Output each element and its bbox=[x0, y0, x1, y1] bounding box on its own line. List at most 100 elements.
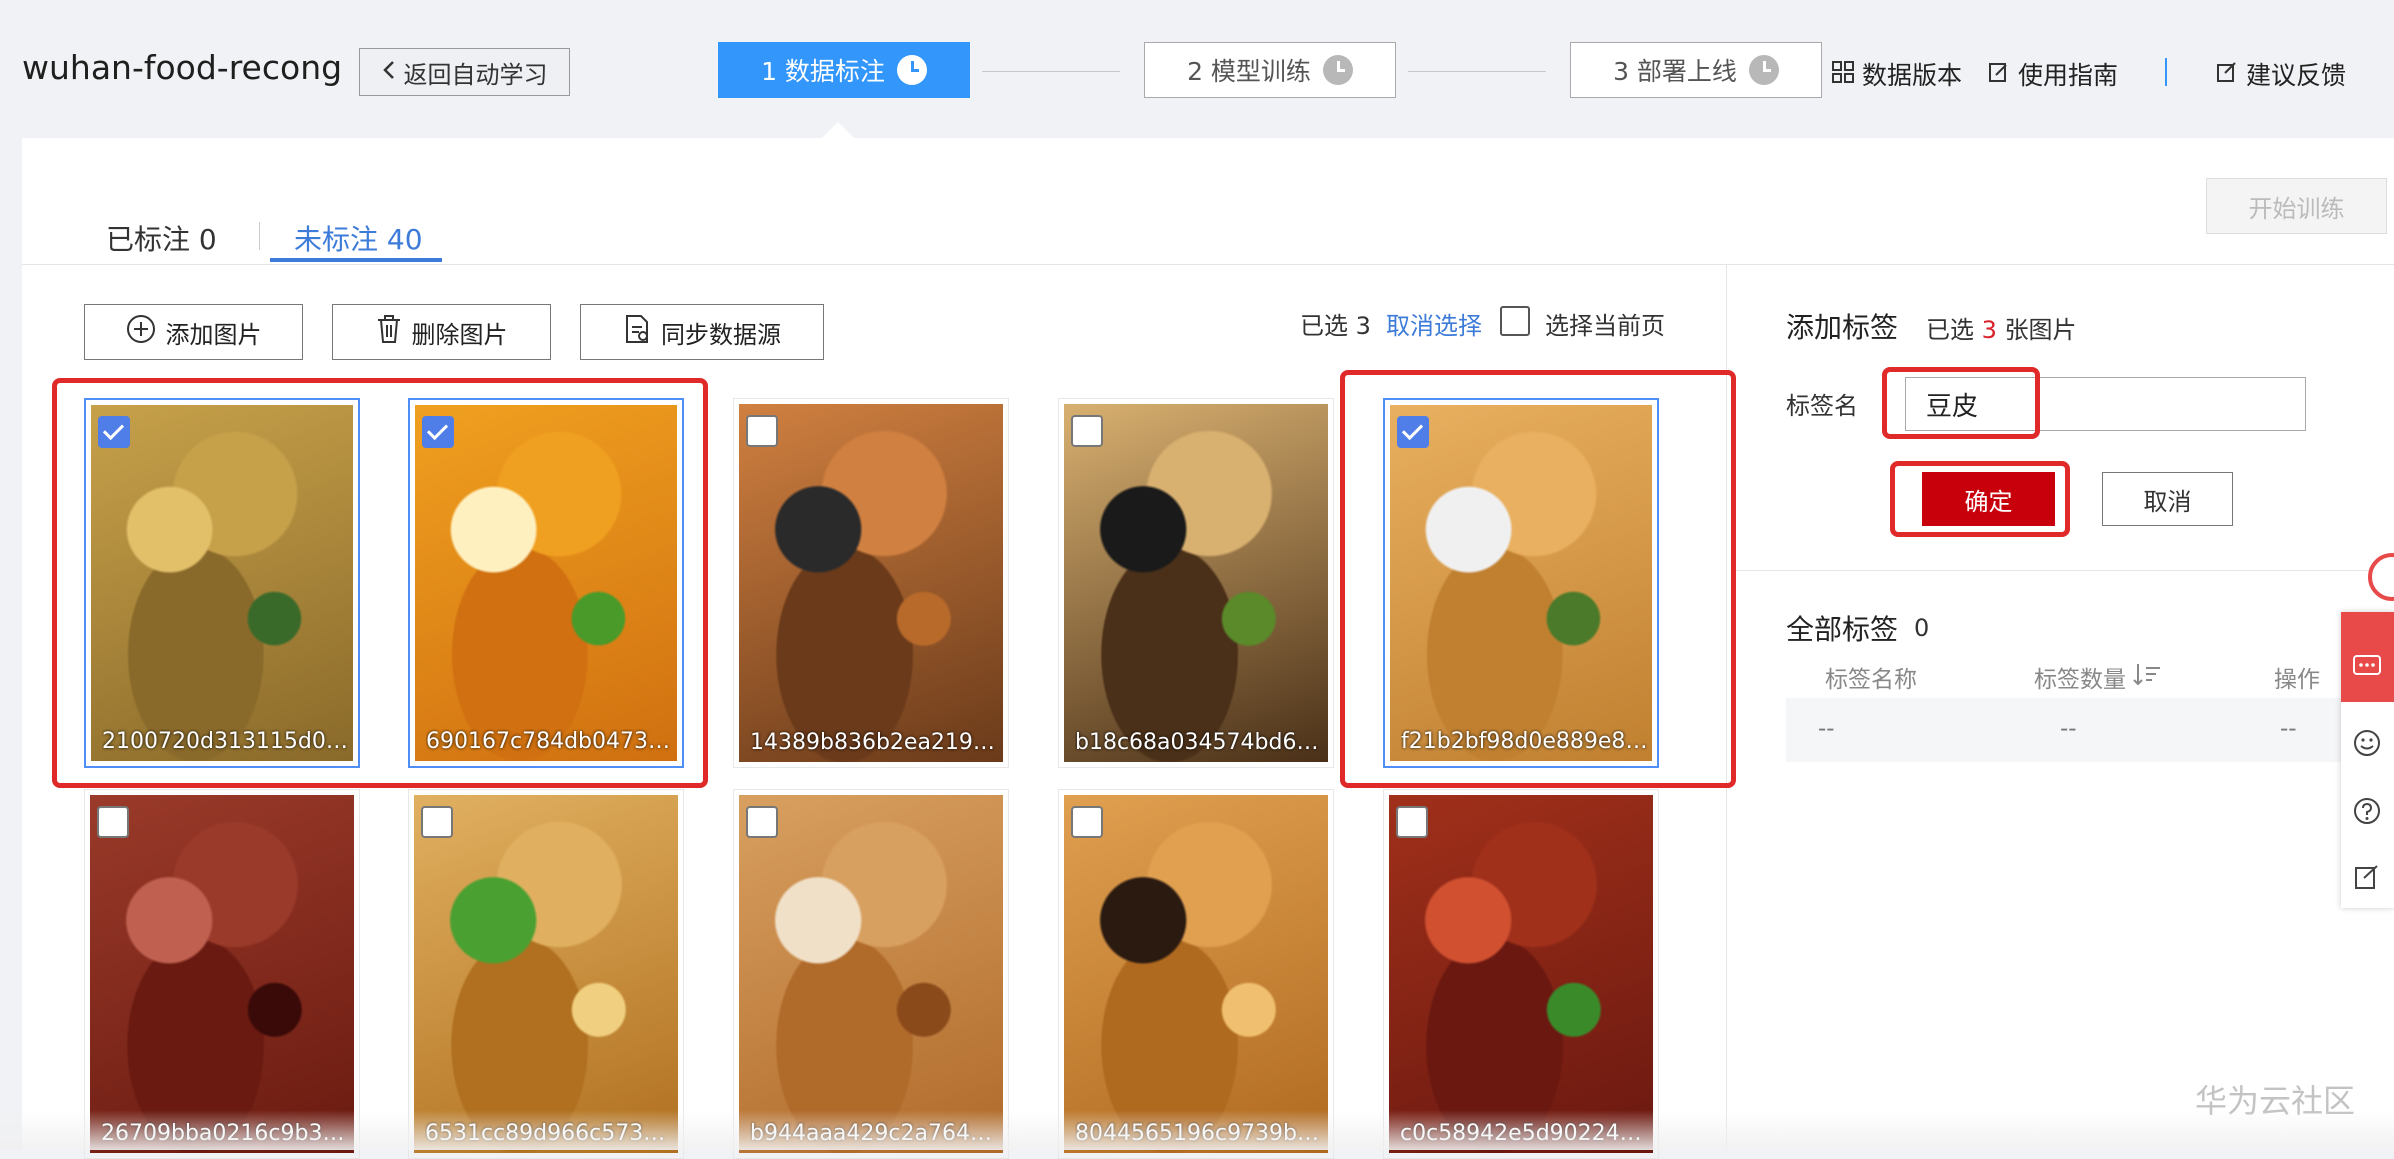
image-card[interactable]: 14389b836b2ea219f3... bbox=[733, 398, 1009, 768]
food-image bbox=[1389, 795, 1653, 1153]
image-checkbox[interactable] bbox=[746, 415, 778, 447]
guide-icon bbox=[1988, 60, 2010, 89]
selected-suffix: 张图片 bbox=[2004, 316, 2077, 344]
step-label: 3 部署上线 bbox=[1613, 57, 1737, 86]
all-tags-count: 0 bbox=[1914, 614, 1930, 642]
clock-icon bbox=[1748, 55, 1779, 85]
add-image-label: 添加图片 bbox=[165, 320, 262, 349]
highlight-box-label-input bbox=[1882, 367, 2040, 439]
tab-unlabeled[interactable]: 未标注 40 bbox=[294, 218, 423, 258]
active-tab-indicator bbox=[270, 258, 442, 262]
add-tag-title: 添加标签 bbox=[1786, 311, 1899, 344]
cancel-selection-link[interactable]: 取消选择 bbox=[1386, 306, 1482, 341]
highlight-box-confirm bbox=[1890, 461, 2070, 537]
step-model-training[interactable]: 2 模型训练 bbox=[1144, 42, 1396, 98]
delete-image-label: 删除图片 bbox=[411, 320, 508, 349]
image-card[interactable]: c0c58942e5d9022469... bbox=[1383, 789, 1659, 1159]
highlight-box-selection-left bbox=[52, 378, 708, 788]
food-image bbox=[1064, 795, 1328, 1153]
tab-labeled[interactable]: 已标注 0 bbox=[106, 218, 217, 258]
selected-number: 3 bbox=[1981, 316, 1997, 344]
step-connector bbox=[982, 71, 1120, 72]
image-checkbox[interactable] bbox=[1396, 806, 1428, 838]
image-card[interactable]: 6531cc89d966c57366r... bbox=[408, 789, 684, 1159]
step-label: 1 数据标注 bbox=[761, 57, 885, 86]
grid-icon bbox=[1832, 60, 1854, 89]
active-step-pointer bbox=[820, 122, 856, 140]
selected-count: 已选 3 bbox=[1300, 312, 1371, 340]
step-deploy[interactable]: 3 部署上线 bbox=[1570, 42, 1822, 98]
feedback-link[interactable]: 建议反馈 bbox=[2216, 56, 2346, 92]
image-caption: c0c58942e5d9022469... bbox=[1400, 1121, 1650, 1146]
delete-image-button[interactable]: 删除图片 bbox=[332, 304, 551, 360]
tab-separator bbox=[259, 222, 260, 250]
select-page-checkbox[interactable] bbox=[1500, 306, 1530, 336]
cell-tag-name: -- bbox=[1818, 716, 1835, 742]
step-connector bbox=[1408, 71, 1546, 72]
image-card[interactable]: b18c68a034574bd60e... bbox=[1058, 398, 1334, 768]
clock-icon bbox=[896, 55, 927, 85]
column-tag-count-label: 标签数量 bbox=[2034, 667, 2126, 693]
clock-icon bbox=[1322, 55, 1353, 85]
image-checkbox[interactable] bbox=[421, 806, 453, 838]
sync-source-label: 同步数据源 bbox=[661, 320, 781, 349]
image-caption: 26709bba0216c9b360... bbox=[101, 1121, 351, 1146]
chevron-left-icon bbox=[382, 58, 396, 86]
image-caption: 14389b836b2ea219f3... bbox=[750, 730, 1000, 755]
food-image bbox=[739, 404, 1003, 762]
help-icon[interactable] bbox=[2352, 796, 2382, 826]
column-tag-count[interactable]: 标签数量 bbox=[2034, 660, 2162, 694]
selected-images-info: 已选 3 张图片 bbox=[1926, 310, 2077, 345]
image-caption: 6531cc89d966c57366r... bbox=[425, 1121, 675, 1146]
image-checkbox[interactable] bbox=[1071, 415, 1103, 447]
image-card[interactable]: 8044565196c9739bb9... bbox=[1058, 789, 1334, 1159]
highlight-box-selection-right bbox=[1340, 370, 1736, 788]
back-button-label: 返回自动学习 bbox=[403, 60, 548, 89]
smile-icon[interactable] bbox=[2352, 728, 2382, 758]
all-tags-title: 全部标签 bbox=[1786, 613, 1899, 646]
selected-prefix: 已选 bbox=[1926, 316, 1974, 344]
image-caption: b18c68a034574bd60e... bbox=[1075, 730, 1325, 755]
start-training-button[interactable]: 开始训练 bbox=[2206, 178, 2387, 234]
image-card[interactable]: 26709bba0216c9b360... bbox=[84, 789, 360, 1159]
note-edit-icon[interactable] bbox=[2352, 862, 2382, 892]
column-tag-name: 标签名称 bbox=[1825, 667, 1917, 693]
trash-icon bbox=[376, 314, 402, 350]
image-checkbox[interactable] bbox=[1071, 806, 1103, 838]
chat-icon[interactable] bbox=[2352, 652, 2382, 682]
data-version-label: 数据版本 bbox=[1862, 61, 1963, 90]
label-name-label: 标签名 bbox=[1786, 392, 1858, 420]
data-version-link[interactable]: 数据版本 bbox=[1832, 56, 1962, 92]
food-image bbox=[90, 795, 354, 1153]
step-data-labeling[interactable]: 1 数据标注 bbox=[718, 42, 970, 98]
back-button[interactable]: 返回自动学习 bbox=[359, 48, 570, 96]
cancel-button[interactable]: 取消 bbox=[2102, 472, 2233, 526]
add-image-button[interactable]: 添加图片 bbox=[84, 304, 303, 360]
image-caption: b944aaa429c2a7641c... bbox=[750, 1121, 1000, 1146]
tabs-divider bbox=[22, 264, 2394, 265]
image-checkbox[interactable] bbox=[746, 806, 778, 838]
cell-actions: -- bbox=[2280, 716, 2297, 742]
guide-link[interactable]: 使用指南 bbox=[1988, 56, 2118, 92]
table-row bbox=[1786, 698, 2394, 762]
feedback-label: 建议反馈 bbox=[2246, 61, 2347, 90]
app-title: wuhan-food-recong bbox=[22, 48, 343, 87]
sort-icon bbox=[2132, 662, 2162, 692]
food-image bbox=[414, 795, 678, 1153]
sync-doc-icon bbox=[623, 314, 651, 350]
food-image bbox=[1064, 404, 1328, 762]
edit-icon bbox=[2216, 60, 2238, 89]
image-card[interactable]: b944aaa429c2a7641c... bbox=[733, 789, 1009, 1159]
watermark: 华为云社区 bbox=[2195, 1082, 2356, 1120]
step-label: 2 模型训练 bbox=[1187, 57, 1311, 86]
select-page-label: 选择当前页 bbox=[1545, 312, 1665, 340]
sync-source-button[interactable]: 同步数据源 bbox=[580, 304, 824, 360]
image-checkbox[interactable] bbox=[97, 806, 129, 838]
image-caption: 8044565196c9739bb9... bbox=[1075, 1121, 1325, 1146]
column-actions: 操作 bbox=[2274, 667, 2320, 693]
header-separator bbox=[2165, 58, 2167, 86]
guide-label: 使用指南 bbox=[2018, 61, 2119, 90]
food-image bbox=[739, 795, 1003, 1153]
plus-circle-icon bbox=[126, 314, 156, 350]
cell-tag-count: -- bbox=[2060, 716, 2077, 742]
